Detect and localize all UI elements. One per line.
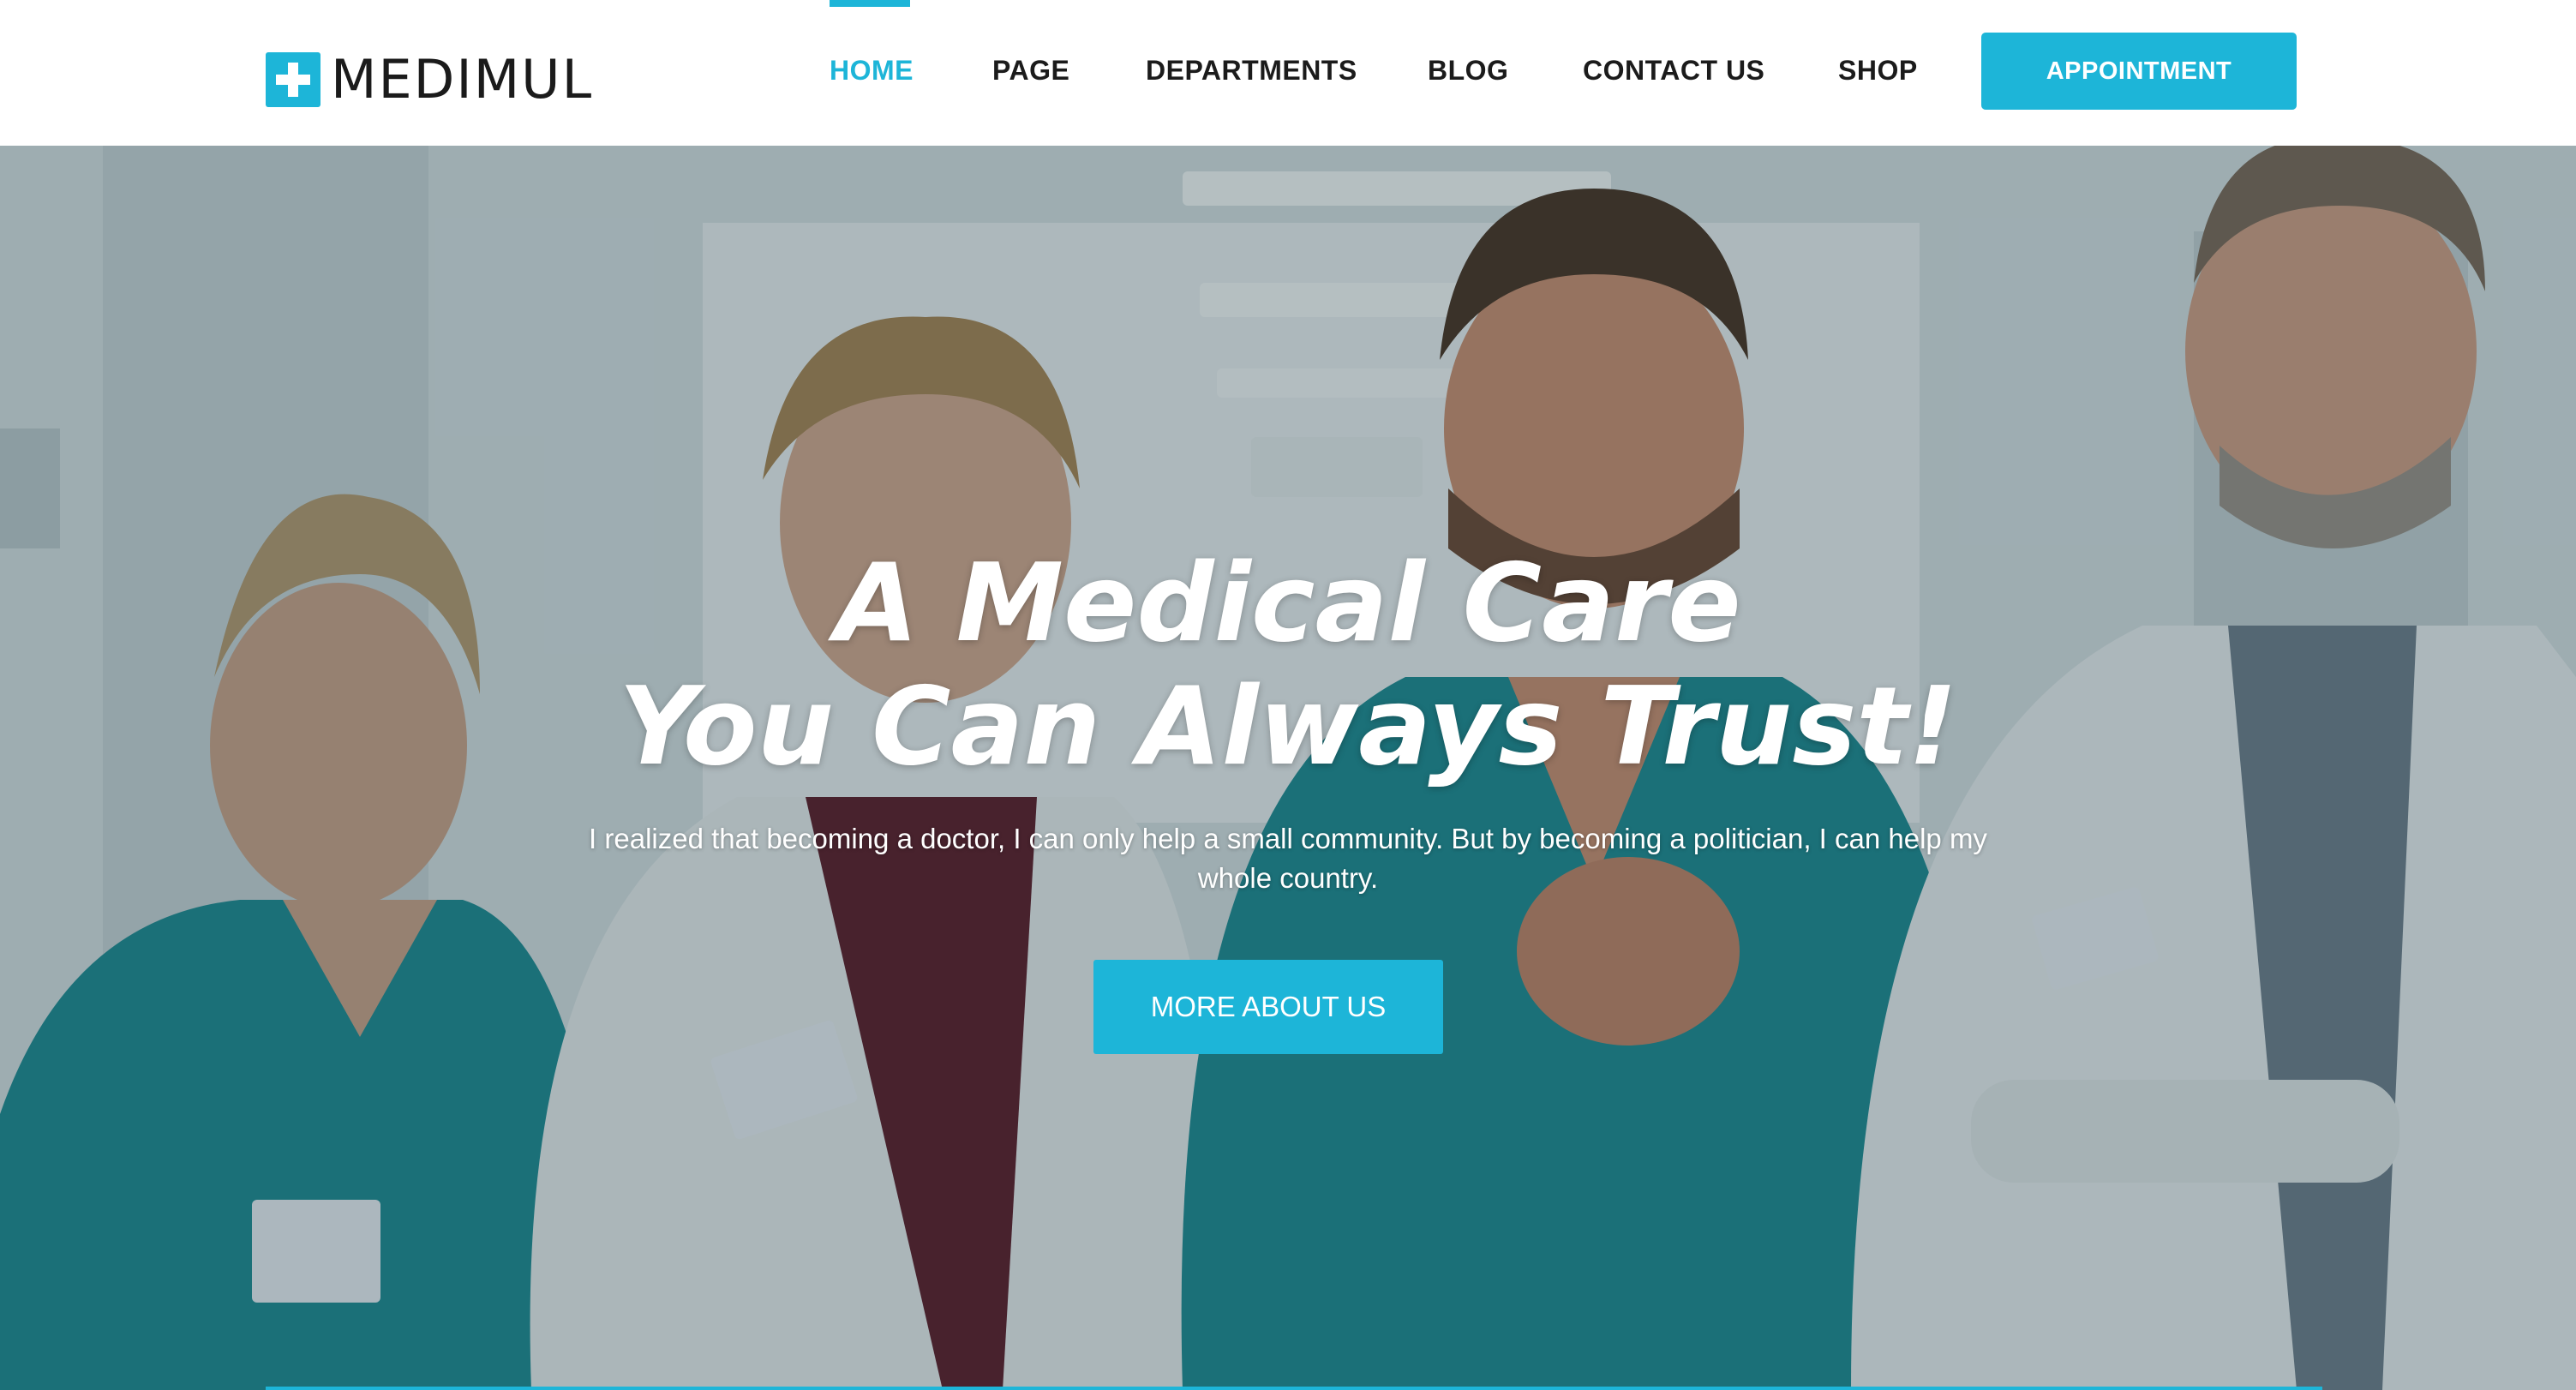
hero-section: A Medical Care You Can Always Trust! I r… bbox=[0, 146, 2576, 1390]
site-header: MEDIMUL HOME PAGE DEPARTMENTS BLOG CONTA… bbox=[0, 0, 2576, 146]
hero-bottom-accent-line bbox=[266, 1387, 2322, 1390]
nav-item-blog[interactable]: BLOG bbox=[1428, 55, 1508, 87]
hero-description: I realized that becoming a doctor, I can… bbox=[589, 823, 1987, 894]
nav-item-home[interactable]: HOME bbox=[830, 55, 914, 87]
appointment-button[interactable]: APPOINTMENT bbox=[1981, 33, 2297, 110]
nav-item-contact-us[interactable]: CONTACT US bbox=[1583, 55, 1764, 87]
more-about-us-button[interactable]: MORE ABOUT US bbox=[1093, 960, 1443, 1054]
hero-title-line-1: A Medical Care bbox=[835, 540, 1741, 666]
nav-item-page[interactable]: PAGE bbox=[992, 55, 1069, 87]
nav-item-departments[interactable]: DEPARTMENTS bbox=[1146, 55, 1357, 87]
nav-active-indicator bbox=[830, 0, 910, 7]
hero-title: A Medical Care You Can Always Trust! bbox=[0, 542, 2576, 788]
nav-item-shop[interactable]: SHOP bbox=[1838, 55, 1918, 87]
page: MEDIMUL HOME PAGE DEPARTMENTS BLOG CONTA… bbox=[0, 0, 2576, 1390]
hero-title-line-2: You Can Always Trust! bbox=[618, 663, 1958, 789]
